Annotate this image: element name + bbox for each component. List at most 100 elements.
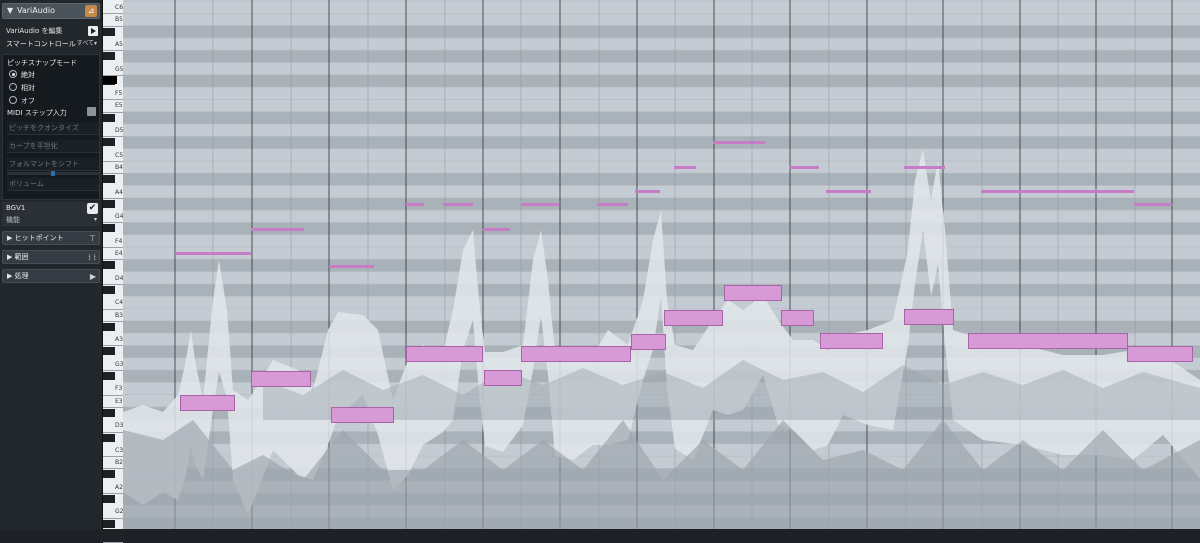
range-triangle-icon: ▶ — [7, 253, 15, 261]
white-key-divider — [103, 370, 123, 371]
key-label: C6 — [115, 4, 124, 11]
black-key[interactable] — [103, 347, 115, 356]
midi-keyboard-icon[interactable] — [87, 107, 96, 116]
white-key-divider — [103, 197, 123, 199]
piano-keyboard[interactable]: C6 B5 A5 G5 F5 E5 D5 C5 B4 A4 G4 F4 E4 D4 C4 B3 A3 G3 F3 E3… — [103, 0, 124, 543]
vari-audio-edit-label: VariAudio を編集 — [6, 27, 63, 35]
white-key-divider — [103, 160, 123, 162]
volume-slider[interactable]: ボリューム — [7, 178, 99, 191]
formant-shift-slider[interactable]: フォルマントをシフト — [7, 158, 99, 171]
curve-smooth-slider[interactable]: カーブを平坦化 — [7, 140, 99, 153]
selected-key[interactable] — [103, 76, 117, 84]
white-key-divider — [103, 247, 123, 248]
key-label: F5 — [115, 90, 123, 98]
white-key-divider — [103, 25, 123, 27]
process-label: 処理 — [14, 272, 29, 280]
black-key[interactable] — [103, 261, 115, 270]
pitch-quantize-slider[interactable]: ピッチをクオンタイズ — [7, 122, 99, 135]
key-label: B4 — [115, 163, 123, 171]
key-label: A3 — [115, 336, 123, 344]
black-key[interactable] — [103, 113, 115, 122]
key-label: E3 — [115, 397, 123, 405]
key-label: C4 — [115, 299, 124, 307]
black-key[interactable] — [103, 138, 115, 147]
black-key[interactable] — [103, 175, 115, 184]
white-key-divider — [103, 456, 123, 458]
range-icon[interactable]: ⁞ ⁞ — [88, 252, 96, 264]
white-key-divider — [103, 345, 123, 347]
white-key-divider — [103, 308, 123, 310]
key-label: B5 — [115, 16, 123, 24]
white-key-divider — [103, 99, 123, 101]
black-key[interactable] — [103, 199, 115, 208]
black-key[interactable] — [103, 224, 115, 233]
editor-grid-waveform — [123, 0, 1200, 529]
radio-absolute-label: 絶対 — [21, 71, 35, 79]
black-key[interactable] — [103, 27, 115, 36]
key-label: A4 — [115, 188, 123, 196]
play-icon[interactable] — [88, 26, 98, 36]
pitch-editor-canvas[interactable] — [123, 0, 1200, 529]
key-label: B3 — [115, 311, 123, 319]
vari-audio-edit-row[interactable]: VariAudio を編集 — [2, 25, 100, 37]
process-triangle-icon: ▶ — [7, 272, 15, 280]
key-label: E5 — [115, 102, 123, 110]
key-label: A5 — [115, 40, 123, 48]
hitpoint-icon[interactable]: ⊤ — [89, 233, 96, 245]
smart-control-dropdown[interactable]: すべて▾ — [77, 38, 97, 50]
track-sub-dropdown-icon[interactable]: ▾ — [94, 214, 97, 226]
radio-off[interactable] — [9, 96, 17, 104]
vari-audio-inspector: ▼ VariAudio ⊿ VariAudio を編集 スマートコントロール す… — [0, 0, 103, 529]
formant-shift-track[interactable] — [7, 171, 99, 176]
hitpoint-label: ヒットポイント — [14, 234, 64, 242]
pitch-snap-label: ピッチスナップモード — [7, 59, 77, 67]
white-key-divider — [103, 517, 123, 519]
track-sub-row[interactable]: 機能 ▾ — [2, 214, 100, 226]
black-key[interactable] — [103, 470, 115, 479]
white-key-divider — [103, 320, 123, 322]
track-name: BGV1 — [6, 204, 26, 212]
radio-absolute[interactable] — [9, 70, 17, 78]
white-key-divider — [103, 283, 123, 285]
white-key-divider — [103, 493, 123, 494]
hitpoint-panel[interactable]: ▶ ヒットポイント ⊤ — [2, 231, 100, 245]
black-key[interactable] — [103, 322, 115, 331]
vari-audio-edit-icon[interactable]: ⊿ — [85, 5, 97, 17]
process-panel[interactable]: ▶ 処理 ▶ — [2, 269, 100, 283]
track-check-icon[interactable]: ✔ — [87, 203, 98, 214]
collapse-triangle-icon[interactable]: ▼ — [7, 6, 13, 15]
range-label: 範囲 — [14, 253, 29, 261]
key-label: F4 — [115, 237, 123, 245]
smart-control-label: スマートコントロール — [6, 40, 76, 48]
vari-audio-title: VariAudio — [17, 6, 56, 15]
formant-shift-knob[interactable] — [51, 171, 55, 176]
black-key[interactable] — [103, 519, 115, 528]
radio-relative-label: 相対 — [21, 84, 35, 92]
white-key-divider — [103, 13, 123, 15]
vari-audio-header[interactable]: ▼ VariAudio ⊿ — [2, 3, 100, 19]
key-label: F3 — [115, 385, 123, 393]
smart-control-row[interactable]: スマートコントロール すべて▾ — [2, 38, 100, 50]
white-key-divider — [103, 394, 123, 396]
track-name-row[interactable]: BGV1 ✔ — [2, 202, 100, 214]
key-label: C3 — [115, 446, 124, 454]
track-sub-label: 機能 — [6, 216, 20, 224]
black-key[interactable] — [103, 52, 115, 61]
hitpoint-triangle-icon: ▶ — [7, 234, 15, 242]
white-key-divider — [103, 259, 123, 261]
white-key-divider — [103, 50, 123, 52]
key-label: A2 — [115, 483, 123, 491]
process-play-icon[interactable]: ▶ — [90, 271, 96, 283]
black-key[interactable] — [103, 495, 115, 503]
black-key[interactable] — [103, 433, 115, 442]
white-key-divider — [103, 136, 123, 138]
white-key-divider — [103, 431, 123, 433]
range-panel[interactable]: ▶ 範囲 ⁞ ⁞ — [2, 250, 100, 264]
black-key[interactable] — [103, 372, 115, 380]
black-key[interactable] — [103, 285, 115, 294]
radio-off-label: オフ — [21, 97, 35, 105]
white-key-divider — [103, 406, 123, 408]
radio-relative[interactable] — [9, 83, 17, 91]
key-label: E4 — [115, 250, 123, 257]
black-key[interactable] — [103, 408, 115, 417]
